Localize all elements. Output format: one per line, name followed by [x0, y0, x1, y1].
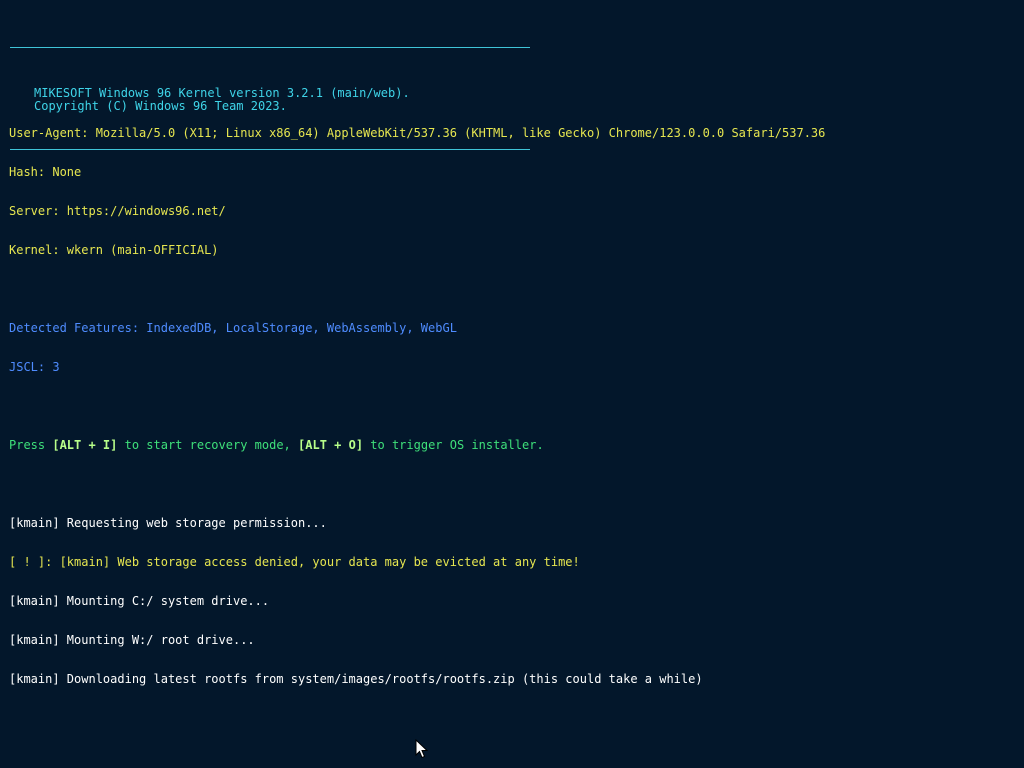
console-output: User-Agent: Mozilla/5.0 (X11; Linux x86_… [9, 101, 825, 712]
log-line: [kmain] Mounting C:/ system drive... [9, 594, 270, 608]
prompt-mid-text: to start recovery mode, [117, 438, 299, 452]
log-line: [kmain] Downloading latest rootfs from s… [9, 672, 703, 686]
log-warning-line: [ ! ]: [kmain] Web storage access denied… [9, 555, 580, 569]
banner-top-rule [10, 47, 530, 48]
user-agent-line: User-Agent: Mozilla/5.0 (X11; Linux x86_… [9, 126, 826, 140]
installer-key-hint: [ALT + O] [298, 438, 364, 452]
log-line: [kmain] Requesting web storage permissio… [9, 516, 327, 530]
key-prompt-line: Press [ALT + I] to start recovery mode, … [9, 439, 825, 452]
prompt-end-text: to trigger OS installer. [363, 438, 544, 452]
server-line: Server: https://windows96.net/ [9, 204, 226, 218]
jscl-line: JSCL: 3 [9, 360, 60, 374]
log-line: [kmain] Mounting W:/ root drive... [9, 633, 255, 647]
prompt-press-text: Press [9, 438, 53, 452]
hash-line: Hash: None [9, 165, 82, 179]
kernel-line: Kernel: wkern (main-OFFICIAL) [9, 243, 219, 257]
detected-features-line: Detected Features: IndexedDB, LocalStora… [9, 321, 457, 335]
boot-console: MIKESOFT Windows 96 Kernel version 3.2.1… [0, 0, 1024, 768]
recovery-key-hint: [ALT + I] [52, 438, 118, 452]
mouse-pointer-icon [415, 739, 429, 759]
